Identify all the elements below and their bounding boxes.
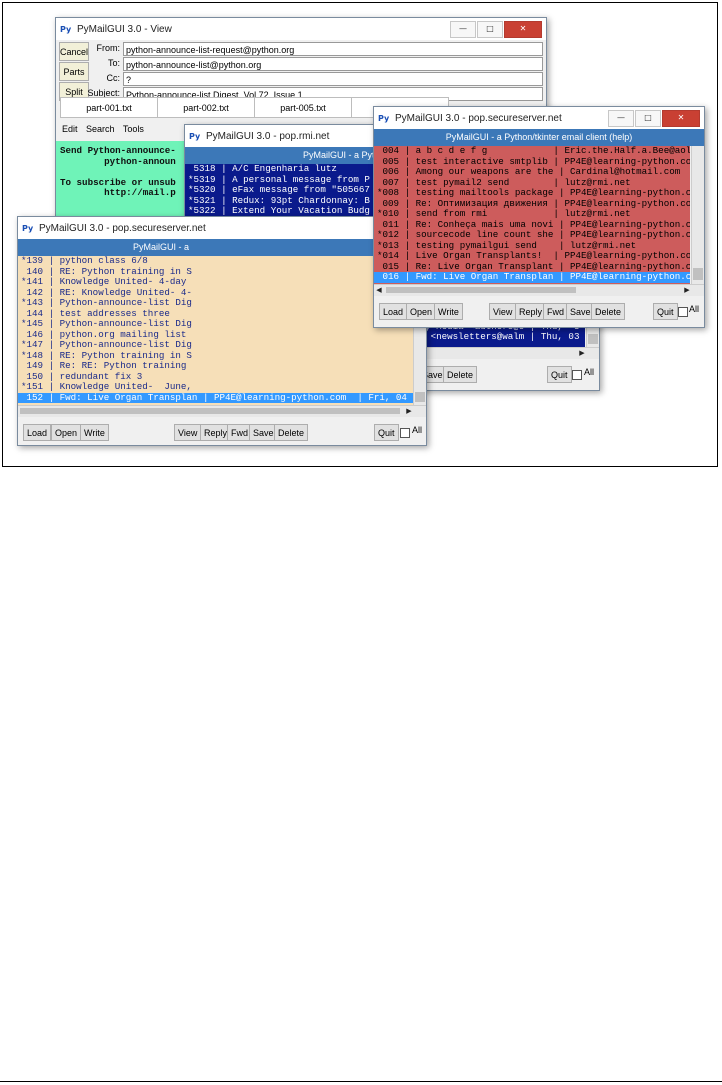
right-toolbar: Load Open Write View Reply Fwd Save Dele… [374,296,704,326]
to-field[interactable]: python-announce-list@python.org [123,57,543,71]
list-item[interactable]: *010 | send from rmi | lutz@rmi.net [374,208,690,220]
pymail-icon: Py [22,223,34,233]
maximize-icon[interactable]: □ [477,21,503,38]
secureserver-window-right: Py PyMailGUI 3.0 - pop.secureserver.net … [373,106,705,328]
view-menubar: Edit Search Tools [62,124,150,134]
list-item[interactable]: 004 | a b c d e f g | Eric.the.Half.a.Be… [374,146,691,157]
list-item[interactable]: *008 | testing mailtools package | PP4E@… [374,187,690,199]
left-hscrollbar[interactable]: ▶ [18,405,426,417]
list-item[interactable]: *151 | Knowledge United- June, [18,381,414,393]
quit-button[interactable]: Quit [374,424,399,441]
fwd-button[interactable]: Fwd [543,303,569,320]
view-title: PyMailGUI 3.0 - View [77,23,172,35]
list-item[interactable]: 016 | Fwd: Live Organ Transplan | PP4E@l… [374,271,690,283]
left-title: PyMailGUI 3.0 - pop.secureserver.net [39,222,206,234]
delete-button[interactable]: Delete [274,424,309,441]
right-title: PyMailGUI 3.0 - pop.secureserver.net [395,112,562,124]
list-item[interactable]: 006 | Among our weapons are the | Cardin… [374,166,690,178]
right-vscrollbar[interactable] [691,146,704,284]
cc-field[interactable]: ? [123,72,543,86]
list-item[interactable]: *012 | sourcecode line count she | PP4E@… [374,229,690,241]
reply-button[interactable]: Reply [515,303,547,320]
left-banner-text: PyMailGUI - a [133,242,190,252]
load-button[interactable]: Load [23,424,52,441]
cc-label: Cc: [106,73,121,83]
list-item[interactable]: 152 | Fwd: Live Organ Transplan | PP4E@l… [18,392,414,403]
close-icon[interactable]: ✕ [662,110,700,127]
close-icon[interactable]: ✕ [504,21,542,38]
all-label: All [689,304,700,314]
tab-part-001[interactable]: part-001.txt [60,97,158,118]
left-message-list[interactable]: *139 | python class 6/8 140 | RE: Python… [18,256,414,405]
left-toolbar: Load Open Write View Reply Fwd Save Dele… [18,417,426,445]
list-item[interactable]: *139 | python class 6/8 [18,256,414,267]
list-item[interactable]: 149 | Re: RE: Python training [18,360,414,372]
view-button[interactable]: View [489,303,517,320]
right-titlebar[interactable]: Py PyMailGUI 3.0 - pop.secureserver.net … [374,107,704,129]
page-rule [0,1081,722,1082]
view-button[interactable]: View [174,424,202,441]
load-button[interactable]: Load [379,303,408,320]
tab-part-005[interactable]: part-005.txt [254,97,352,118]
right-banner: PyMailGUI - a Python/tkinter email clien… [374,129,704,146]
pymail-icon: Py [60,24,72,34]
tab-part-002[interactable]: part-002.txt [157,97,255,118]
parts-button[interactable]: Parts [59,62,89,81]
quit-button[interactable]: Quit [653,303,678,320]
open-button[interactable]: Open [51,424,82,441]
write-button[interactable]: Write [434,303,463,320]
write-button[interactable]: Write [80,424,109,441]
rmi-title: PyMailGUI 3.0 - pop.rmi.net [206,130,330,142]
list-item[interactable]: *141 | Knowledge United- 4-day [18,276,414,288]
right-message-list[interactable]: 004 | a b c d e f g | Eric.the.Half.a.Be… [374,146,690,284]
delete-button[interactable]: Delete [443,366,478,383]
menu-tools[interactable]: Tools [123,124,144,134]
pymail-icon: Py [378,113,390,123]
view-titlebar[interactable]: Py PyMailGUI 3.0 - View — □ ✕ [56,18,546,40]
open-button[interactable]: Open [406,303,437,320]
all-label: All [412,425,423,435]
list-item[interactable]: *014 | Live Organ Transplants! | PP4E@le… [374,250,690,262]
right-hscrollbar[interactable]: ◀ ▶ [374,284,704,296]
left-banner: PyMailGUI - a [18,239,426,256]
menu-search[interactable]: Search [86,124,115,134]
from-label: From: [96,43,121,53]
delete-button[interactable]: Delete [591,303,626,320]
menu-edit[interactable]: Edit [62,124,78,134]
maximize-icon[interactable]: □ [635,110,661,127]
all-checkbox[interactable] [678,307,688,317]
from-field[interactable]: python-announce-list-request@python.org [123,42,543,56]
minimize-icon[interactable]: — [450,21,476,38]
list-item[interactable]: *143 | Python-announce-list Dig [18,297,414,309]
all-checkbox[interactable] [400,428,410,438]
minimize-icon[interactable]: — [608,110,634,127]
pymail-icon: Py [189,131,201,141]
figure-frame: Py PyMailGUI 3.0 - View — □ ✕ Cancel Par… [2,2,718,467]
secureserver-window-left: Py PyMailGUI 3.0 - pop.secureserver.net … [17,216,427,446]
list-item[interactable]: *147 | Python-announce-list Dig [18,339,414,351]
to-label: To: [107,58,120,68]
list-item[interactable]: *145 | Python-announce-list Dig [18,318,414,330]
quit-button[interactable]: Quit [547,366,572,383]
all-label: All [584,367,595,377]
left-titlebar[interactable]: Py PyMailGUI 3.0 - pop.secureserver.net [18,217,426,239]
all-checkbox[interactable] [572,370,582,380]
cancel-button[interactable]: Cancel [59,42,89,61]
